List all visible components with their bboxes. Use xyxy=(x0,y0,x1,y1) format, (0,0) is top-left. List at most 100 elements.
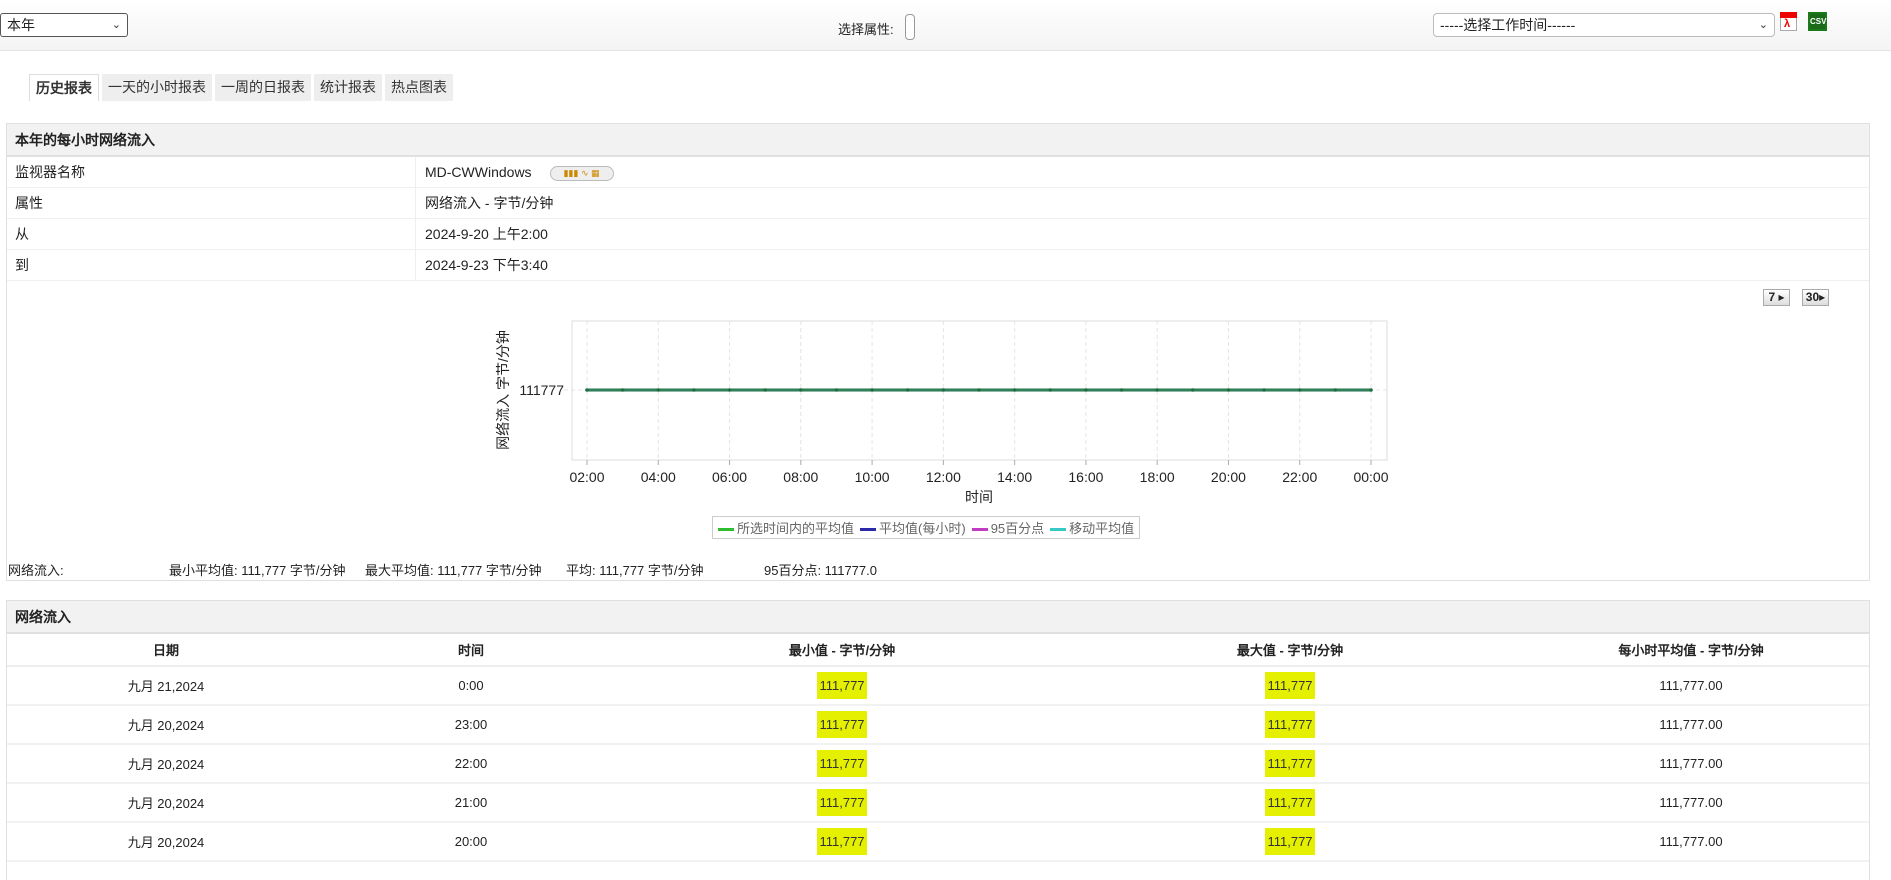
table-title: 网络流入 xyxy=(7,601,1869,634)
x-tick-label: 16:00 xyxy=(1068,469,1103,485)
cell-value: 九月 20,2024 xyxy=(127,718,205,733)
data-point[interactable] xyxy=(1191,388,1195,392)
cell-avg: 111,777.00 xyxy=(1513,783,1869,823)
col-max[interactable]: 最大值 - 字节/分钟 xyxy=(1067,634,1513,667)
data-point[interactable] xyxy=(870,388,874,392)
data-point[interactable] xyxy=(941,388,946,392)
data-point[interactable] xyxy=(1119,388,1124,392)
cell-avg: 111,777.00 xyxy=(1513,744,1869,784)
table-row: 九月 20,2024 22:00 111,777 111,777 111,777.00 xyxy=(7,744,1869,784)
col-date[interactable]: 日期 xyxy=(7,634,325,667)
cell-value: 111,777 xyxy=(817,828,867,855)
y-tick-label: 111777 xyxy=(519,382,564,398)
table-row: 九月 21,2024 0:00 111,777 111,777 111,777.00 xyxy=(7,666,1869,706)
table-row: 九月 20,2024 23:00 111,777 111,777 111,777.00 xyxy=(7,705,1869,745)
cell-value: 111,777.00 xyxy=(1659,834,1723,849)
x-tick-label: 00:00 xyxy=(1353,469,1388,485)
cell-min: 111,777 xyxy=(617,744,1067,784)
cell-date: 九月 20,2024 xyxy=(7,705,325,745)
data-point[interactable] xyxy=(585,388,589,392)
cell-value: 111,777.00 xyxy=(1659,756,1723,771)
cell-value: 111,777.00 xyxy=(1659,678,1723,693)
cell-value: 111,777 xyxy=(817,711,867,738)
x-tick-label: 02:00 xyxy=(569,469,604,485)
x-tick-label: 20:00 xyxy=(1211,469,1246,485)
cell-time: 0:00 xyxy=(325,666,617,706)
data-point[interactable] xyxy=(656,388,661,392)
legend-item[interactable]: 95百分点 xyxy=(971,518,1044,537)
cell-value: 111,777 xyxy=(817,750,867,777)
col-min[interactable]: 最小值 - 字节/分钟 xyxy=(617,634,1067,667)
cell-value: 九月 20,2024 xyxy=(127,796,205,811)
data-point[interactable] xyxy=(1084,388,1088,392)
data-point[interactable] xyxy=(905,388,910,392)
cell-max: 111,777 xyxy=(1067,666,1513,706)
data-table-panel: 网络流入 日期 时间 最小值 - 字节/分钟 最大值 - 字节/分钟 每小时平均… xyxy=(6,600,1870,880)
data-point[interactable] xyxy=(977,388,981,392)
data-point[interactable] xyxy=(692,388,696,392)
data-table: 日期 时间 最小值 - 字节/分钟 最大值 - 字节/分钟 每小时平均值 - 字… xyxy=(7,634,1869,862)
table-row: 九月 20,2024 20:00 111,777 111,777 111,777.00 xyxy=(7,822,1869,862)
data-point[interactable] xyxy=(1262,388,1266,392)
cell-time: 20:00 xyxy=(325,822,617,862)
x-tick-label: 10:00 xyxy=(855,469,890,485)
cell-date: 九月 21,2024 xyxy=(7,666,325,706)
cell-avg: 111,777.00 xyxy=(1513,822,1869,862)
y-axis-label: 网络流入 字节/分钟 xyxy=(495,330,511,450)
cell-avg: 111,777.00 xyxy=(1513,666,1869,706)
cell-value: 111,777 xyxy=(1265,672,1315,699)
legend-item[interactable]: 移动平均值 xyxy=(1050,518,1134,537)
data-point[interactable] xyxy=(727,388,732,392)
stats-label: 网络流入: xyxy=(8,563,64,578)
stats-p95: 95百分点: 111777.0 xyxy=(764,563,877,578)
chart-legend: 所选时间内的平均值 平均值(每小时) 95百分点 移动平均值 xyxy=(712,516,1141,539)
cell-value: 22:00 xyxy=(454,756,488,771)
col-time[interactable]: 时间 xyxy=(325,634,617,667)
cell-time: 23:00 xyxy=(325,705,617,745)
data-point[interactable] xyxy=(1155,388,1159,392)
table-header-row: 日期 时间 最小值 - 字节/分钟 最大值 - 字节/分钟 每小时平均值 - 字… xyxy=(7,634,1869,667)
cell-min: 111,777 xyxy=(617,666,1067,706)
cell-max: 111,777 xyxy=(1067,744,1513,784)
cell-date: 九月 20,2024 xyxy=(7,783,325,823)
data-point[interactable] xyxy=(1012,388,1017,392)
cell-value: 九月 21,2024 xyxy=(127,679,205,694)
cell-date: 九月 20,2024 xyxy=(7,744,325,784)
data-point[interactable] xyxy=(1369,388,1373,392)
col-avg[interactable]: 每小时平均值 - 字节/分钟 xyxy=(1513,634,1869,667)
data-point[interactable] xyxy=(1226,388,1231,392)
cell-avg: 111,777.00 xyxy=(1513,705,1869,745)
data-point[interactable] xyxy=(799,388,803,392)
stats-min-avg: 最小平均值: 111,777 字节/分钟 xyxy=(169,563,346,578)
cell-value: 111,777 xyxy=(817,672,867,699)
cell-value: 九月 20,2024 xyxy=(127,757,205,772)
data-point[interactable] xyxy=(1297,388,1302,392)
cell-date: 九月 20,2024 xyxy=(7,822,325,862)
data-point[interactable] xyxy=(620,388,625,392)
cell-time: 22:00 xyxy=(325,744,617,784)
cell-min: 111,777 xyxy=(617,705,1067,745)
cell-value: 21:00 xyxy=(454,795,488,810)
cell-value: 111,777.00 xyxy=(1659,795,1723,810)
data-point[interactable] xyxy=(1048,388,1053,392)
cell-min: 111,777 xyxy=(617,783,1067,823)
cell-value: 111,777 xyxy=(817,789,867,816)
stats-avg: 平均: 111,777 字节/分钟 xyxy=(566,563,704,578)
x-axis-label: 时间 xyxy=(965,489,993,505)
x-tick-label: 22:00 xyxy=(1282,469,1317,485)
data-point[interactable] xyxy=(834,388,839,392)
stats-max-avg: 最大平均值: 111,777 字节/分钟 xyxy=(365,563,542,578)
cell-time: 21:00 xyxy=(325,783,617,823)
cell-value: 九月 20,2024 xyxy=(127,835,205,850)
data-point[interactable] xyxy=(763,388,767,392)
cell-value: 23:00 xyxy=(454,717,488,732)
legend-item[interactable]: 所选时间内的平均值 xyxy=(718,518,854,537)
cell-value: 111,777.00 xyxy=(1659,717,1723,732)
legend-item[interactable]: 平均值(每小时) xyxy=(860,518,966,537)
x-tick-label: 12:00 xyxy=(926,469,961,485)
data-point[interactable] xyxy=(1333,388,1338,392)
cell-max: 111,777 xyxy=(1067,822,1513,862)
cell-value: 0:00 xyxy=(458,678,484,693)
x-tick-label: 14:00 xyxy=(997,469,1032,485)
cell-value: 111,777 xyxy=(1265,828,1315,855)
